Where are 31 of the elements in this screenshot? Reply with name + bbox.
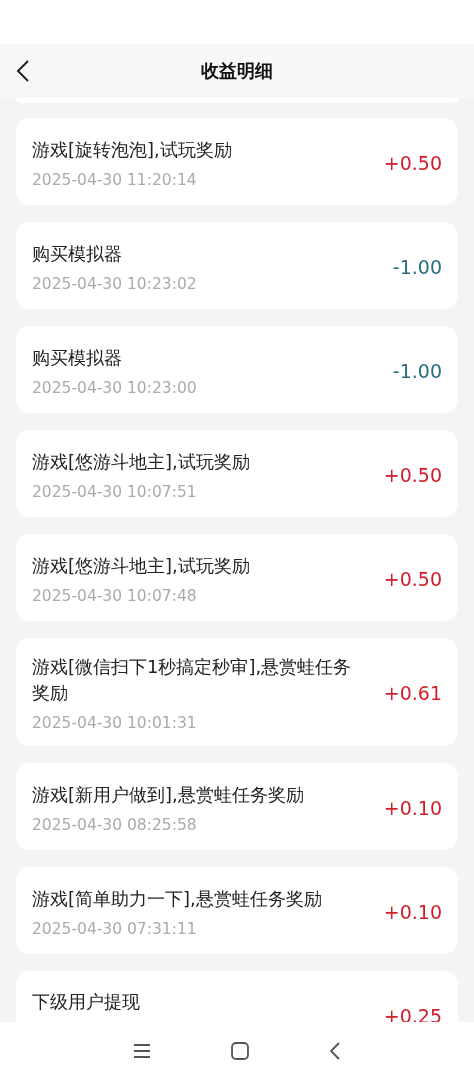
record-time: 2025-04-30 11:20:14 xyxy=(32,170,198,189)
record-title: 游戏[旋转泡泡],试玩奖励 xyxy=(32,137,233,162)
record-amount: +0.50 xyxy=(383,567,442,590)
home-icon[interactable] xyxy=(231,1042,249,1060)
record-time: 2025-04-30 10:01:31 xyxy=(32,714,198,732)
record-amount: +0.10 xyxy=(383,900,442,923)
record-amount: -1.00 xyxy=(392,359,442,382)
record-title: 游戏[悠游斗地主],试玩奖励 xyxy=(32,553,251,578)
record-time: 2025-04-30 10:23:02 xyxy=(32,274,198,293)
page-title: 收益明细 xyxy=(201,59,273,83)
record-amount: +0.25 xyxy=(383,1004,442,1022)
menu-icon[interactable] xyxy=(133,1043,151,1059)
record-time: 2025-04-30 07:31:11 xyxy=(32,919,198,938)
record-amount: +0.50 xyxy=(383,151,442,174)
record-title: 购买模拟器 xyxy=(32,345,123,370)
back-icon[interactable] xyxy=(329,1042,341,1060)
record-title: 游戏[简单助力一下],悬赏蛙任务奖励 xyxy=(32,886,323,911)
record-title: 游戏[微信扫下1秒搞定秒审],悬赏蛙任务奖励 xyxy=(32,655,353,705)
record-amount: +0.50 xyxy=(383,463,442,486)
record-amount: -1.00 xyxy=(392,255,442,278)
record-title: 游戏[新用户做到],悬赏蛙任务奖励 xyxy=(32,782,305,807)
record-time: 2025-04-30 08:25:58 xyxy=(32,815,198,834)
record-amount: +0.61 xyxy=(383,682,442,704)
record-title: 游戏[悠游斗地主],试玩奖励 xyxy=(32,449,251,474)
record-time: 2025-04-30 10:07:48 xyxy=(32,586,198,605)
record-amount: +0.10 xyxy=(383,796,442,819)
back-icon[interactable] xyxy=(14,59,32,83)
record-title: 下级用户提现 xyxy=(32,989,141,1014)
record-time: 2025-04-30 10:07:51 xyxy=(32,482,198,501)
record-time: 2025-04-30 10:23:00 xyxy=(32,378,198,397)
record-title: 购买模拟器 xyxy=(32,241,123,266)
